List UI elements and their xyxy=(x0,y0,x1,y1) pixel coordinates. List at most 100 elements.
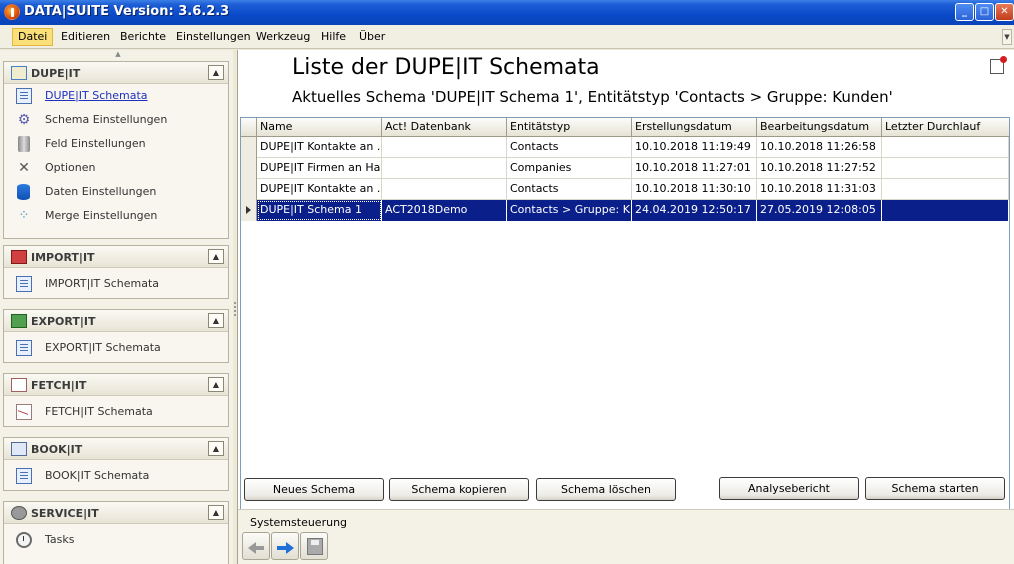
forward-button[interactable] xyxy=(271,532,299,560)
fetch-icon xyxy=(11,378,27,392)
menu-datei[interactable]: Datei xyxy=(12,28,54,46)
title-bar: DATA|SUITE Version: 3.6.2.3 _ □ ✕ xyxy=(0,0,1014,25)
row-indicator xyxy=(241,137,257,158)
sidebar-item-fetch-schemata[interactable]: FETCH|IT Schemata xyxy=(4,400,228,424)
sidebar-item-merge-einstellungen[interactable]: ⁘ Merge Einstellungen xyxy=(4,204,228,228)
collapse-export-button[interactable]: ▲ xyxy=(208,313,224,328)
row-indicator-header xyxy=(241,118,257,137)
panel-service: SERVICE|IT ▲ Tasks xyxy=(3,501,229,564)
copy-schema-button[interactable]: Schema kopieren xyxy=(389,478,529,501)
menu-overflow-button[interactable]: ▼ xyxy=(1002,29,1012,45)
panel-export-title: EXPORT|IT xyxy=(31,315,96,328)
collapse-book-button[interactable]: ▲ xyxy=(208,441,224,456)
panel-service-title: SERVICE|IT xyxy=(31,507,99,520)
save-button[interactable] xyxy=(300,532,328,560)
cell-letzter-durchlauf xyxy=(882,200,1009,221)
maximize-button[interactable]: □ xyxy=(975,3,994,21)
page-title: Liste der DUPE|IT Schemata xyxy=(292,55,600,80)
collapse-service-button[interactable]: ▲ xyxy=(208,505,224,520)
panel-import-header[interactable]: IMPORT|IT ▲ xyxy=(4,246,228,268)
sidebar-scroll-up-icon[interactable]: ▲ xyxy=(108,50,128,59)
system-control-label: Systemsteuerung xyxy=(250,516,348,529)
column-header-name[interactable]: Name xyxy=(257,118,382,137)
cell-erstellungsdatum: 10.10.2018 11:30:10 xyxy=(632,179,757,200)
cell-datenbank xyxy=(382,179,507,200)
database-icon xyxy=(17,184,30,200)
back-button[interactable] xyxy=(242,532,270,560)
sidebar-item-export-schemata[interactable]: EXPORT|IT Schemata xyxy=(4,336,228,360)
table-row[interactable]: DUPE|IT Kontakte an ... Contacts 10.10.2… xyxy=(241,179,1009,200)
page-subtitle: Aktuelles Schema 'DUPE|IT Schema 1', Ent… xyxy=(292,88,893,106)
cell-name: DUPE|IT Firmen an Ha... xyxy=(257,158,382,179)
start-schema-button[interactable]: Schema starten xyxy=(865,477,1005,500)
cell-entitaetstyp: Companies xyxy=(507,158,632,179)
sidebar-item-schema-einstellungen[interactable]: ⚙ Schema Einstellungen xyxy=(4,108,228,132)
new-schema-button[interactable]: Neues Schema xyxy=(244,478,384,501)
import-icon xyxy=(11,250,27,264)
cylinder-icon xyxy=(18,136,30,152)
arrow-right-icon xyxy=(277,542,294,554)
panel-service-header[interactable]: SERVICE|IT ▲ xyxy=(4,502,228,524)
table-header: Name Act! Datenbank Entitätstyp Erstellu… xyxy=(241,118,1009,137)
column-header-letzter-durchlauf[interactable]: Letzter Durchlauf xyxy=(882,118,1009,137)
collapse-import-button[interactable]: ▲ xyxy=(208,249,224,264)
minimize-button[interactable]: _ xyxy=(955,3,974,21)
sidebar-item-label: IMPORT|IT Schemata xyxy=(45,277,160,290)
save-icon xyxy=(307,538,323,555)
sidebar-item-label: DUPE|IT Schemata xyxy=(45,89,148,102)
menu-hilfe[interactable]: Hilfe xyxy=(316,28,351,46)
help-icon[interactable] xyxy=(990,56,1007,74)
sidebar-item-dupe-schemata[interactable]: DUPE|IT Schemata xyxy=(4,84,228,108)
menu-bar: Datei Editieren Berichte Einstellungen W… xyxy=(0,25,1014,49)
cell-datenbank xyxy=(382,137,507,158)
menu-werkzeug[interactable]: Werkzeug xyxy=(251,28,315,46)
collapse-dupe-button[interactable]: ▲ xyxy=(208,65,224,80)
sidebar-item-feld-einstellungen[interactable]: Feld Einstellungen xyxy=(4,132,228,156)
panel-book-title: BOOK|IT xyxy=(31,443,83,456)
app-logo-icon xyxy=(4,4,20,20)
panel-export: EXPORT|IT ▲ EXPORT|IT Schemata xyxy=(3,309,229,363)
table-row-selected[interactable]: DUPE|IT Schema 1 ACT2018Demo Contacts > … xyxy=(241,200,1009,221)
column-header-datenbank[interactable]: Act! Datenbank xyxy=(382,118,507,137)
panel-dupe-title: DUPE|IT xyxy=(31,67,81,80)
table-row[interactable]: DUPE|IT Firmen an Ha... Companies 10.10.… xyxy=(241,158,1009,179)
menu-einstellungen[interactable]: Einstellungen xyxy=(171,28,256,46)
cell-erstellungsdatum: 10.10.2018 11:19:49 xyxy=(632,137,757,158)
panel-fetch-header[interactable]: FETCH|IT ▲ xyxy=(4,374,228,396)
column-header-erstellungsdatum[interactable]: Erstellungsdatum xyxy=(632,118,757,137)
sidebar-item-book-schemata[interactable]: BOOK|IT Schemata xyxy=(4,464,228,488)
menu-berichte[interactable]: Berichte xyxy=(115,28,171,46)
panel-book-header[interactable]: BOOK|IT ▲ xyxy=(4,438,228,460)
cell-datenbank: ACT2018Demo xyxy=(382,200,507,221)
row-indicator xyxy=(241,179,257,200)
panel-dupe: DUPE|IT ▲ DUPE|IT Schemata ⚙ Schema Eins… xyxy=(3,61,229,239)
tools-icon: ✕ xyxy=(18,160,30,176)
analysis-report-button[interactable]: Analysebericht xyxy=(719,477,859,500)
cell-bearbeitungsdatum: 10.10.2018 11:26:58 xyxy=(757,137,882,158)
export-icon xyxy=(11,314,27,328)
sidebar-item-tasks[interactable]: Tasks xyxy=(4,528,228,552)
panel-book: BOOK|IT ▲ BOOK|IT Schemata xyxy=(3,437,229,491)
dupe-icon xyxy=(11,66,27,80)
collapse-fetch-button[interactable]: ▲ xyxy=(208,377,224,392)
row-indicator xyxy=(241,158,257,179)
splitter-grip-icon xyxy=(234,302,236,316)
panel-import: IMPORT|IT ▲ IMPORT|IT Schemata xyxy=(3,245,229,299)
panel-dupe-header[interactable]: DUPE|IT ▲ xyxy=(4,62,228,84)
sidebar-item-optionen[interactable]: ✕ Optionen xyxy=(4,156,228,180)
sidebar-item-daten-einstellungen[interactable]: Daten Einstellungen xyxy=(4,180,228,204)
cell-letzter-durchlauf xyxy=(882,158,1009,179)
delete-schema-button[interactable]: Schema löschen xyxy=(536,478,676,501)
sidebar-item-label: Schema Einstellungen xyxy=(45,113,168,126)
cell-letzter-durchlauf xyxy=(882,137,1009,158)
table-row[interactable]: DUPE|IT Kontakte an ... Contacts 10.10.2… xyxy=(241,137,1009,158)
menu-editieren[interactable]: Editieren xyxy=(56,28,115,46)
mail-icon xyxy=(16,404,32,420)
column-header-entitaetstyp[interactable]: Entitätstyp xyxy=(507,118,632,137)
sidebar-item-import-schemata[interactable]: IMPORT|IT Schemata xyxy=(4,272,228,296)
panel-export-header[interactable]: EXPORT|IT ▲ xyxy=(4,310,228,332)
schema-table: Name Act! Datenbank Entitätstyp Erstellu… xyxy=(240,117,1010,521)
column-header-bearbeitungsdatum[interactable]: Bearbeitungsdatum xyxy=(757,118,882,137)
menu-ueber[interactable]: Über xyxy=(354,28,390,46)
close-button[interactable]: ✕ xyxy=(995,3,1014,21)
